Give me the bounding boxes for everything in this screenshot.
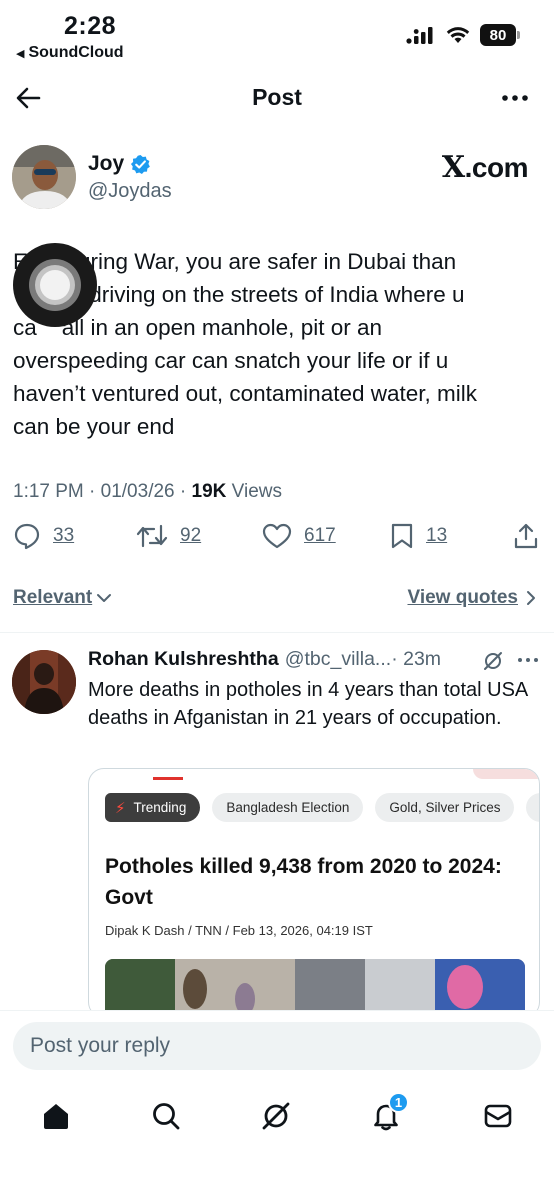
chevron-right-icon (527, 591, 535, 605)
status-time: 2:28 (64, 12, 117, 40)
post-timestamp: 1:17 PM · 01/03/26 · (13, 481, 192, 502)
search-icon (153, 1103, 180, 1130)
post-text-line: ca all in an open manhole, pit or an (13, 315, 382, 340)
lightning-icon: ⚡ (115, 799, 126, 817)
messages-icon (484, 1104, 512, 1128)
back-triangle-icon: ◀ (16, 47, 25, 60)
tab-messages[interactable] (478, 1094, 518, 1138)
bottom-tab-bar: 1 (0, 1092, 554, 1144)
reply-avatar-image (12, 650, 76, 714)
battery-indicator: 80 (480, 24, 520, 46)
card-pink-tab (473, 769, 539, 779)
repost-count: 92 (180, 525, 202, 546)
reply-author-handle[interactable]: @tbc_villa... (285, 648, 392, 671)
embedded-screenshot-card[interactable]: ⚡ Trending Bangladesh Election Gold, Sil… (88, 768, 540, 1018)
page-title: Post (252, 84, 302, 110)
status-bar: 2:28 ◀ SoundCloud 80 (0, 0, 554, 66)
post-text-line: haven’t ventured out, contaminated water… (13, 381, 478, 406)
assistive-touch-ring (29, 259, 81, 311)
chip-label: Gold, Silver Prices (389, 800, 501, 815)
author-name-row[interactable]: Joy (88, 152, 151, 176)
back-app-label: SoundCloud (28, 44, 124, 61)
chip-bangladesh-election: Bangladesh Election (212, 793, 364, 822)
post-text-line: overspeeding car can snatch your life or… (13, 348, 449, 373)
status-icons: 80 (406, 24, 520, 46)
card-headline: Potholes killed 9,438 from 2020 to 2024:… (105, 855, 502, 909)
post-action-bar: 33 92 617 13 (0, 522, 554, 562)
share-button[interactable] (512, 522, 540, 550)
bookmark-icon (391, 523, 413, 549)
assistive-touch-inner-ring (35, 265, 75, 305)
chip-partial (526, 793, 539, 822)
views-label: Views (226, 481, 282, 502)
reply-input[interactable]: Post your reply (13, 1022, 541, 1070)
wifi-icon (446, 27, 470, 43)
chip-label: Trending (133, 800, 187, 815)
view-quotes-link[interactable]: View quotes (407, 587, 536, 609)
relevant-label: Relevant (13, 587, 93, 608)
bookmark-button[interactable]: 13 (390, 522, 447, 550)
assistive-touch-button[interactable] (13, 243, 97, 327)
grok-icon[interactable] (482, 650, 504, 672)
back-to-app-button[interactable]: ◀ SoundCloud (16, 44, 124, 62)
nav-header: Post (0, 72, 554, 124)
home-icon (44, 1104, 68, 1129)
post-meta: 1:17 PM · 01/03/26 · 19K Views (13, 481, 282, 503)
tab-search[interactable] (146, 1094, 186, 1138)
chip-trending: ⚡ Trending (105, 793, 201, 822)
card-chips: ⚡ Trending Bangladesh Election Gold, Sil… (105, 793, 539, 822)
reply-text: More deaths in potholes in 4 years than … (88, 679, 528, 729)
battery-level: 80 (489, 26, 507, 44)
like-button[interactable]: 617 (262, 522, 336, 550)
bookmark-count: 13 (426, 525, 448, 546)
chip-gold-silver-prices: Gold, Silver Prices (375, 793, 515, 822)
reply-more-icon[interactable] (516, 650, 540, 670)
reply-author-name[interactable]: Rohan Kulshreshtha (88, 648, 279, 671)
chip-label: Bangladesh Election (226, 800, 350, 815)
xcom-logo-text: .com (464, 152, 529, 183)
grok-icon (262, 1102, 290, 1130)
share-icon (514, 523, 538, 549)
heart-icon (262, 523, 292, 549)
repost-button[interactable]: 92 (136, 522, 201, 550)
cellular-signal-icon (406, 27, 433, 44)
x-logo-glyph: X (441, 150, 465, 185)
chevron-down-icon (97, 594, 112, 602)
reply-time: · 23m (391, 648, 442, 670)
card-byline: Dipak K Dash / TNN / Feb 13, 2026, 04:19… (105, 923, 373, 938)
author-avatar-image (12, 145, 76, 209)
views-count: 19K (191, 481, 227, 502)
reply-button[interactable]: 33 (13, 522, 74, 550)
card-accent-line (153, 777, 183, 780)
more-options-icon[interactable] (500, 84, 530, 112)
divider (0, 632, 554, 633)
tab-grok[interactable] (256, 1094, 296, 1138)
post-text-line: can be your end (13, 414, 175, 439)
author-handle[interactable]: @Joydas (88, 180, 172, 203)
relevant-sort-button[interactable]: Relevant (13, 587, 112, 609)
reply-count: 33 (53, 525, 75, 546)
reply-icon (14, 523, 40, 550)
like-count: 617 (304, 525, 336, 546)
author-avatar[interactable] (12, 145, 76, 209)
assistive-touch-core (40, 270, 70, 300)
tab-notifications[interactable]: 1 (366, 1092, 409, 1138)
repost-icon (136, 524, 168, 548)
view-quotes-label: View quotes (407, 587, 518, 608)
tab-home[interactable] (36, 1094, 76, 1138)
verified-badge-icon (131, 154, 151, 174)
author-name[interactable]: Joy (88, 152, 124, 176)
notification-badge: 1 (388, 1092, 409, 1113)
xcom-logo: X.com (441, 150, 529, 185)
reply-author-avatar[interactable] (12, 650, 76, 714)
reply-header[interactable]: Rohan Kulshreshtha @tbc_villa... · 23m (88, 648, 441, 671)
